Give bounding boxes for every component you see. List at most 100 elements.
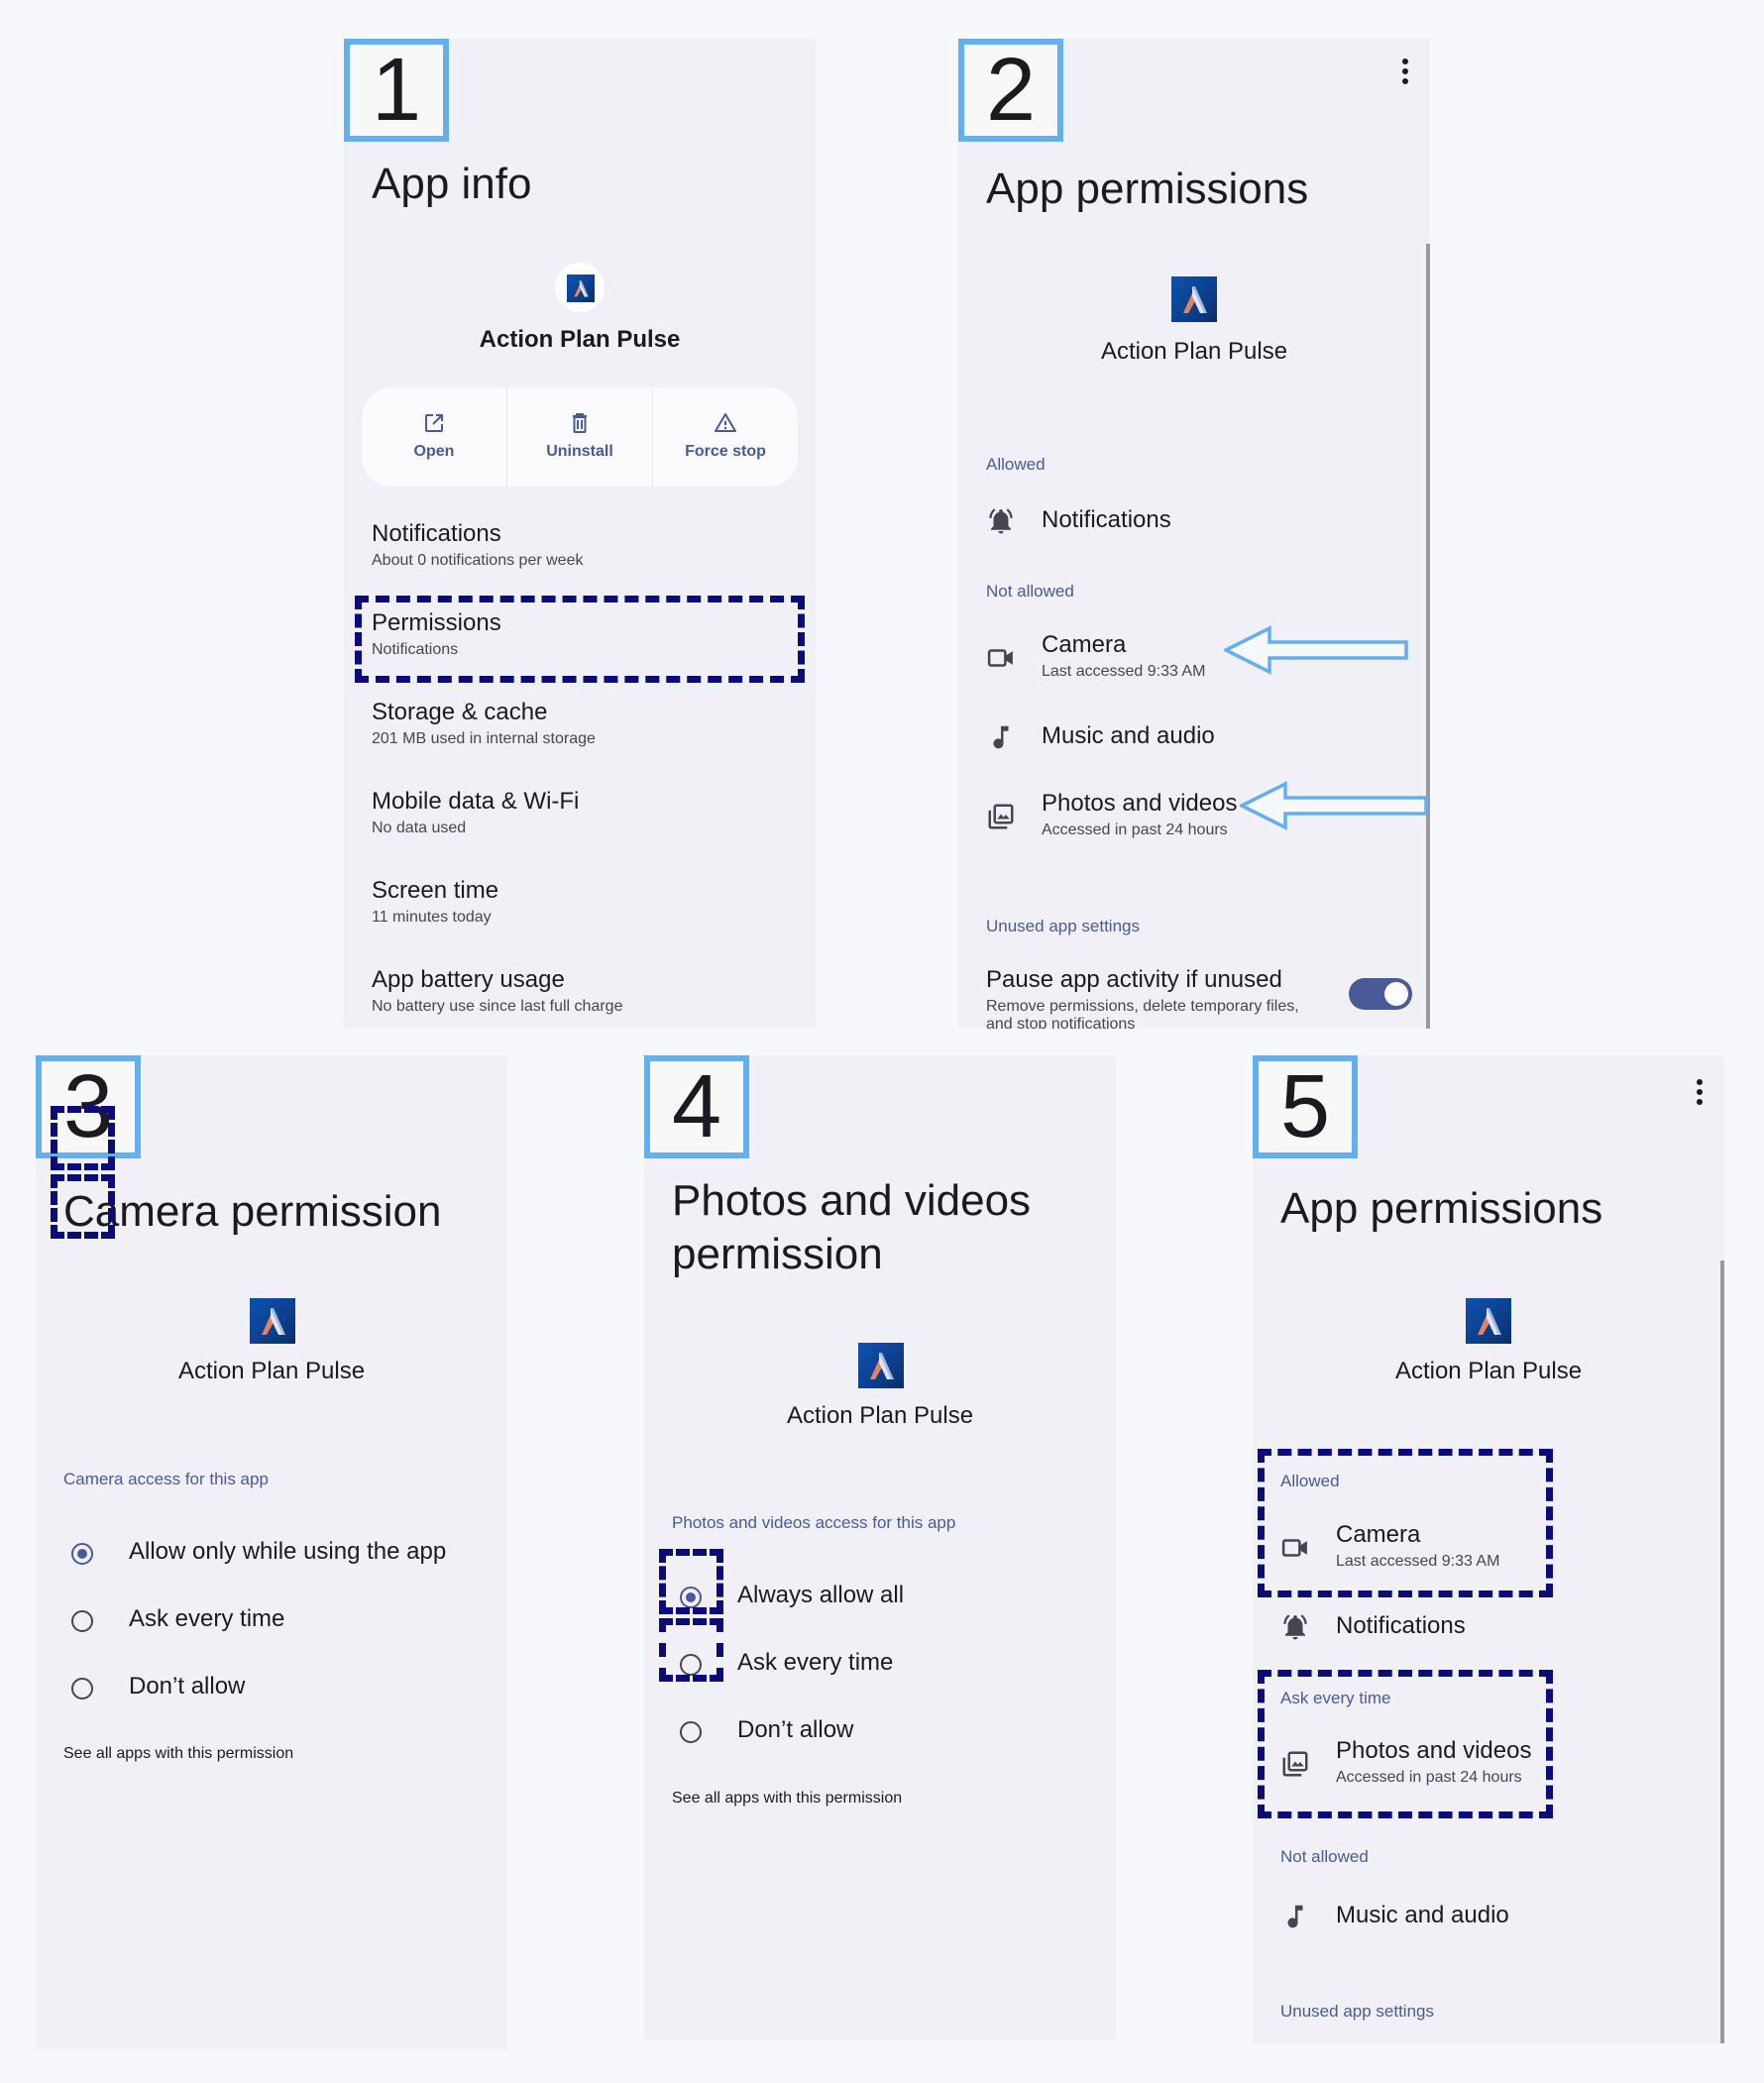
app-icon-container xyxy=(555,263,605,312)
pointer-arrow-photos xyxy=(1240,781,1428,830)
radio-label: Don’t allow xyxy=(737,1716,854,1743)
highlight-radio-ask xyxy=(659,1618,723,1682)
app-name: Action Plan Pulse xyxy=(786,1402,974,1429)
highlight-radio-allow-all xyxy=(659,1549,723,1614)
page-title: App permissions xyxy=(986,164,1309,213)
more-options-icon[interactable] xyxy=(1402,58,1410,88)
permission-notifications[interactable]: Notifications xyxy=(1253,1610,1724,1660)
permission-subtitle: Accessed in past 24 hours xyxy=(1042,822,1228,838)
step-badge: 4 xyxy=(644,1055,749,1158)
panel-photos-permission: 4 Photos and videos permission Action Pl… xyxy=(644,1055,1116,2040)
radio-button[interactable] xyxy=(71,1543,93,1565)
music-note-icon xyxy=(986,722,1016,752)
section-unused: Unused app settings xyxy=(986,917,1140,935)
music-note-icon xyxy=(1280,1902,1310,1931)
page-title-line2: permission xyxy=(672,1230,883,1278)
radio-button[interactable] xyxy=(71,1678,93,1699)
radio-option[interactable]: Allow only while using the app xyxy=(36,1531,507,1581)
settings-item-battery[interactable]: App battery usage No battery use since l… xyxy=(344,966,816,1029)
section-unused: Unused app settings xyxy=(1280,2002,1434,2021)
item-subtitle: About 0 notifications per week xyxy=(372,552,584,569)
app-name: Action Plan Pulse xyxy=(479,326,681,353)
app-logo-icon xyxy=(250,1298,295,1344)
app-logo-icon xyxy=(1171,276,1217,322)
section-photos-access: Photos and videos access for this app xyxy=(672,1513,956,1532)
see-all-apps-link[interactable]: See all apps with this permission xyxy=(63,1745,293,1763)
app-logo-icon xyxy=(567,274,595,302)
radio-option[interactable]: Don’t allow xyxy=(644,1709,1116,1759)
app-name: Action Plan Pulse xyxy=(1100,338,1288,365)
app-name: Action Plan Pulse xyxy=(177,1358,366,1384)
more-options-icon[interactable] xyxy=(1697,1079,1705,1109)
page-title: Camera permission xyxy=(63,1187,442,1236)
open-external-icon xyxy=(425,414,443,432)
permission-title: Notifications xyxy=(1336,1612,1466,1639)
item-title: Screen time xyxy=(372,877,499,904)
app-logo-icon xyxy=(858,1343,904,1388)
permission-subtitle: Last accessed 9:33 AM xyxy=(1042,663,1206,680)
settings-item-storage[interactable]: Storage & cache 201 MB used in internal … xyxy=(344,699,816,768)
highlight-radio-ask xyxy=(51,1174,115,1239)
page-title: App permissions xyxy=(1280,1184,1603,1233)
panel-app-permissions-updated: 5 App permissions Action Plan Pulse Allo… xyxy=(1253,1055,1724,2043)
page-title-line1: Photos and videos xyxy=(672,1176,1032,1225)
panel-camera-permission: 3 Camera permission Action Plan Pulse Ca… xyxy=(36,1055,507,2049)
permission-title: Notifications xyxy=(1042,506,1171,533)
app-logo-icon xyxy=(1466,1298,1511,1344)
settings-item-screen-time[interactable]: Screen time 11 minutes today xyxy=(344,877,816,946)
pointer-arrow-camera xyxy=(1224,625,1408,675)
camera-icon xyxy=(986,643,1016,673)
highlight-camera-allowed xyxy=(1258,1449,1553,1597)
permission-notifications[interactable]: Notifications xyxy=(958,504,1430,554)
radio-option[interactable]: Don’t allow xyxy=(36,1666,507,1715)
pause-app-activity-setting[interactable]: Pause app activity if unused Remove perm… xyxy=(958,966,1430,1029)
section-not-allowed: Not allowed xyxy=(1280,1847,1369,1866)
item-subtitle: 201 MB used in internal storage xyxy=(372,730,596,747)
item-title: Storage & cache xyxy=(372,699,548,725)
app-name: Action Plan Pulse xyxy=(1394,1358,1583,1384)
item-title: App battery usage xyxy=(372,966,565,993)
highlight-radio-allow xyxy=(51,1106,115,1170)
item-title: Mobile data & Wi-Fi xyxy=(372,788,580,815)
item-subtitle: No battery use since last full charge xyxy=(372,998,623,1015)
panel-app-permissions: 2 App permissions Action Plan Pulse Allo… xyxy=(958,39,1430,1029)
radio-label: Ask every time xyxy=(129,1605,285,1632)
radio-label: Always allow all xyxy=(737,1582,905,1608)
setting-subtitle: Remove permissions, delete temporary fil… xyxy=(986,998,1299,1029)
permission-title: Music and audio xyxy=(1336,1902,1509,1928)
open-label: Open xyxy=(413,443,455,460)
setting-title: Pause app activity if unused xyxy=(986,966,1282,993)
step-badge: 5 xyxy=(1253,1055,1358,1158)
open-button[interactable]: Open xyxy=(362,387,507,487)
radio-label: Allow only while using the app xyxy=(129,1538,447,1565)
section-not-allowed: Not allowed xyxy=(986,582,1074,601)
warning-icon xyxy=(715,413,736,432)
step-badge: 2 xyxy=(958,39,1063,142)
force-stop-label: Force stop xyxy=(685,443,766,460)
force-stop-button[interactable]: Force stop xyxy=(653,387,798,487)
section-allowed: Allowed xyxy=(986,455,1046,474)
settings-item-mobile-data[interactable]: Mobile data & Wi-Fi No data used xyxy=(344,788,816,857)
permission-music[interactable]: Music and audio xyxy=(958,720,1430,770)
radio-button[interactable] xyxy=(71,1610,93,1632)
item-title: Notifications xyxy=(372,520,501,547)
photo-library-icon xyxy=(986,802,1016,831)
uninstall-label: Uninstall xyxy=(546,443,613,460)
page-title: App info xyxy=(372,160,532,208)
panel-app-info: 1 App info Action Plan Pulse Open Uninst… xyxy=(344,39,816,1029)
highlight-photos-ask xyxy=(1258,1670,1553,1818)
radio-option[interactable]: Ask every time xyxy=(36,1598,507,1648)
pause-app-toggle[interactable] xyxy=(1349,978,1412,1010)
item-subtitle: 11 minutes today xyxy=(372,909,492,926)
item-subtitle: No data used xyxy=(372,820,467,836)
see-all-apps-link[interactable]: See all apps with this permission xyxy=(672,1790,902,1808)
permission-title: Photos and videos xyxy=(1042,790,1238,817)
settings-item-notifications[interactable]: Notifications About 0 notifications per … xyxy=(344,520,816,590)
permission-title: Music and audio xyxy=(1042,722,1215,749)
uninstall-button[interactable]: Uninstall xyxy=(507,387,653,487)
bell-icon xyxy=(1280,1612,1310,1642)
radio-button[interactable] xyxy=(680,1721,702,1743)
bell-icon xyxy=(986,506,1016,536)
radio-label: Ask every time xyxy=(737,1649,894,1676)
permission-music[interactable]: Music and audio xyxy=(1253,1900,1724,1949)
